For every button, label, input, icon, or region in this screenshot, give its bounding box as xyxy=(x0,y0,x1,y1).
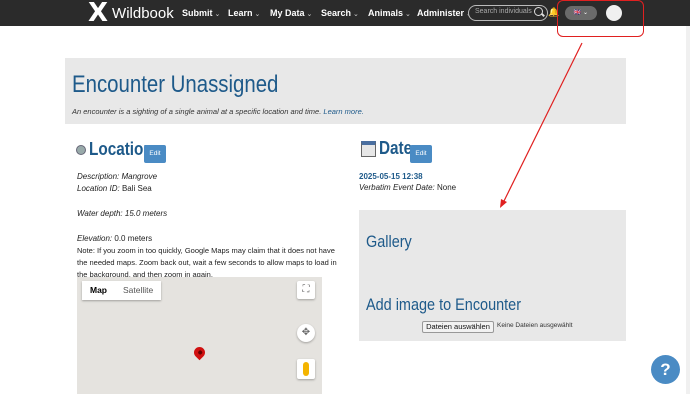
annotation-arrow xyxy=(500,42,583,208)
scrollbar[interactable] xyxy=(686,26,690,394)
help-button[interactable]: ? xyxy=(651,355,680,384)
